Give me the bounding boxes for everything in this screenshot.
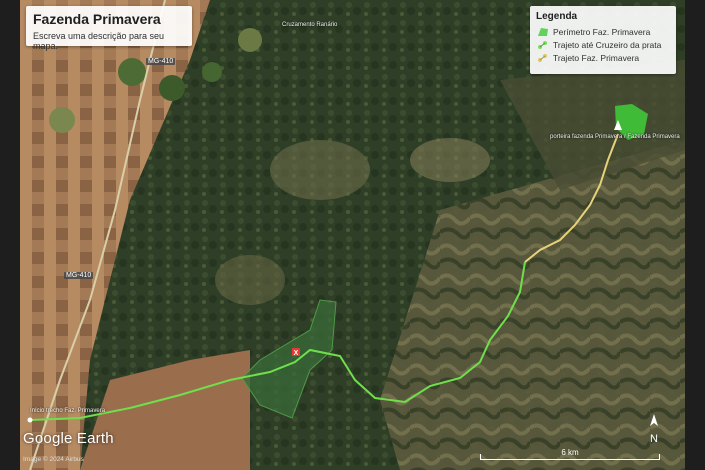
north-label: N (650, 433, 658, 445)
pivot-field (118, 58, 146, 86)
clearing (215, 255, 285, 305)
polygon-icon (538, 27, 548, 36)
legend-item-label: Trajeto Faz. Primavera (553, 52, 640, 63)
start-pin-icon[interactable] (27, 417, 33, 423)
place-label-top: Cruzamento Ranário (282, 22, 338, 28)
google-earth-logo: Google Earth (23, 430, 114, 447)
x-marker-label: X (294, 350, 299, 357)
scale-bar: 6 km (480, 448, 660, 462)
map-viewport[interactable]: X MG-410 MG-410 Cruzamento Ranário Iníci… (20, 0, 685, 470)
pivot-field (238, 28, 262, 52)
scale-line (480, 454, 660, 460)
copyright-text: Image © 2024 Airbus (23, 456, 84, 463)
path-icon (538, 40, 547, 49)
legend-item[interactable]: Trajeto Faz. Primavera (536, 51, 670, 64)
place-label-end: porteira fazenda Primavera / Fazenda Pri… (550, 134, 680, 140)
map-title: Fazenda Primavera (33, 11, 161, 27)
clearing (410, 138, 490, 182)
pivot-field (159, 75, 185, 101)
road-label: MG-410 (64, 272, 94, 279)
legend-item-label: Perímetro Faz. Primavera (553, 26, 651, 37)
map-frame: X MG-410 MG-410 Cruzamento Ranário Iníci… (0, 0, 705, 470)
legend-heading: Legenda (536, 11, 578, 22)
legend-item-label: Trajeto até Cruzeiro da prata (553, 39, 662, 50)
place-label-start: Início trecho Faz. Primavera (30, 408, 106, 414)
legend-item[interactable]: Trajeto até Cruzeiro da prata (536, 38, 670, 51)
north-arrow-icon: N (650, 414, 658, 445)
road-label: MG-410 (146, 58, 176, 65)
map-description: Escreva uma descrição para seu mapa. (33, 31, 165, 51)
legend-item[interactable]: Perímetro Faz. Primavera (536, 25, 670, 38)
pivot-field (49, 107, 75, 133)
pivot-field (202, 62, 222, 82)
legend-panel: Legenda Perímetro Faz. Primavera Trajeto… (530, 6, 676, 74)
clearing (270, 140, 370, 200)
path-icon (538, 53, 547, 62)
map-title-card[interactable]: Fazenda Primavera Escreva uma descrição … (26, 6, 192, 51)
